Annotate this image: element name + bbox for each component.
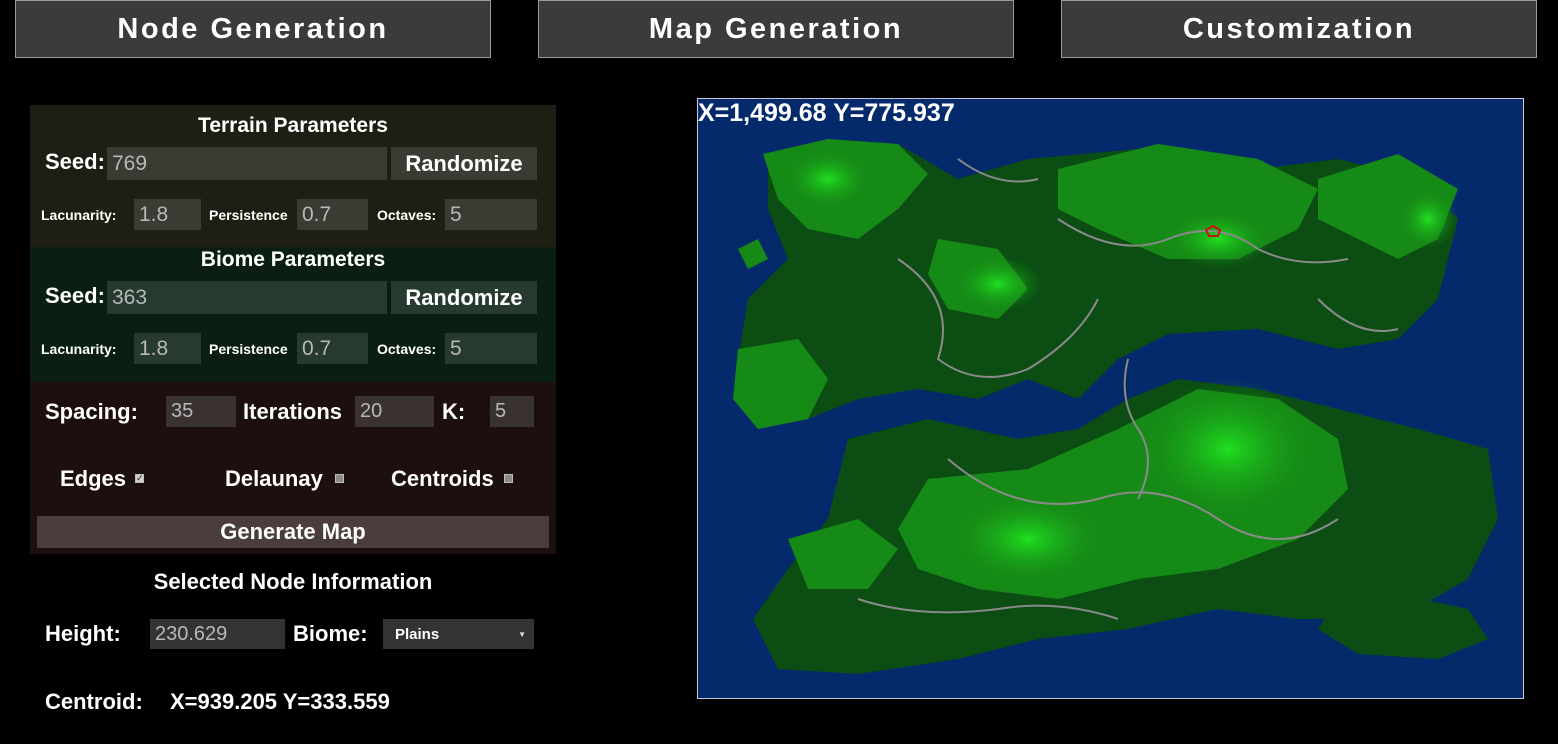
terrain-lacunarity-input[interactable]: 1.8	[134, 199, 201, 230]
generate-map-button[interactable]: Generate Map	[37, 516, 549, 548]
tab-map-generation[interactable]: Map Generation	[538, 0, 1014, 58]
height-label: Height:	[45, 621, 121, 646]
terrain-randomize-button[interactable]: Randomize	[391, 147, 537, 180]
map-canvas[interactable]: X=1,499.68 Y=775.937	[697, 98, 1524, 699]
edges-label: Edges	[60, 466, 127, 491]
biome-octaves-label: Octaves:	[377, 341, 437, 357]
centroids-label: Centroids	[391, 466, 494, 491]
k-label: K:	[442, 399, 466, 424]
centroid-value: X=939.205 Y=333.559	[170, 689, 390, 714]
terrain-parameters-panel: Terrain Parameters Seed: 769 Randomize L…	[30, 105, 556, 247]
cursor-coordinate-readout: X=1,499.68 Y=775.937	[698, 99, 955, 127]
generation-settings-panel: Spacing: 35 Iterations 20 K: 5 Edges ✓ D…	[30, 382, 556, 554]
biome-persistence-input[interactable]: 0.7	[297, 333, 368, 364]
height-value-field[interactable]: 230.629	[150, 619, 285, 649]
iterations-input[interactable]: 20	[355, 396, 434, 427]
terrain-persistence-label: Persistence	[209, 207, 288, 223]
biome-seed-input[interactable]: 363	[107, 281, 387, 314]
spacing-input[interactable]: 35	[166, 396, 236, 427]
tab-customization[interactable]: Customization	[1061, 0, 1537, 58]
biome-label: Biome:	[293, 621, 368, 646]
biome-randomize-button[interactable]: Randomize	[391, 281, 537, 314]
biome-seed-label: Seed:	[45, 283, 105, 308]
centroids-checkbox[interactable]	[504, 474, 513, 483]
biome-dropdown-value: Plains	[395, 625, 440, 643]
iterations-label: Iterations	[243, 399, 343, 424]
terrain-octaves-input[interactable]: 5	[445, 199, 537, 230]
terrain-lacunarity-label: Lacunarity:	[41, 207, 117, 223]
chevron-down-icon: ▼	[518, 629, 526, 639]
biome-parameters-panel: Biome Parameters Seed: 363 Randomize Lac…	[30, 247, 556, 382]
biome-parameters-title: Biome Parameters	[200, 248, 386, 271]
biome-lacunarity-input[interactable]: 1.8	[134, 333, 201, 364]
centroid-label: Centroid:	[45, 689, 143, 714]
biome-dropdown[interactable]: Plains ▼	[383, 619, 534, 649]
terrain-persistence-input[interactable]: 0.7	[297, 199, 368, 230]
terrain-seed-input[interactable]: 769	[107, 147, 387, 180]
edges-checkbox[interactable]: ✓	[135, 474, 144, 483]
terrain-seed-label: Seed:	[45, 149, 105, 174]
biome-octaves-input[interactable]: 5	[445, 333, 537, 364]
terrain-octaves-label: Octaves:	[377, 207, 437, 223]
selected-node-title: Selected Node Information	[153, 569, 433, 594]
biome-lacunarity-label: Lacunarity:	[41, 341, 117, 357]
delaunay-label: Delaunay	[225, 466, 323, 491]
tab-node-generation[interactable]: Node Generation	[15, 0, 491, 58]
biome-persistence-label: Persistence	[209, 341, 288, 357]
spacing-label: Spacing:	[45, 399, 138, 424]
delaunay-checkbox[interactable]	[335, 474, 344, 483]
terrain-parameters-title: Terrain Parameters	[198, 114, 388, 137]
generated-map	[733, 139, 1498, 674]
k-input[interactable]: 5	[490, 396, 534, 427]
